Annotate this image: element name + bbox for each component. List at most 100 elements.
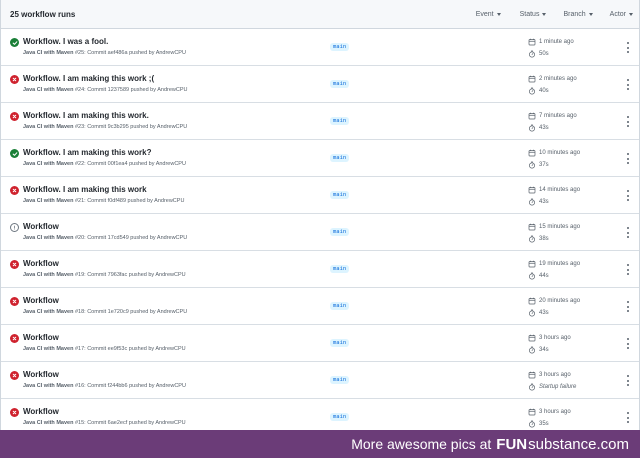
filter-status-label: Status [519, 10, 540, 18]
branch-label[interactable]: main [330, 80, 350, 88]
calendar-icon [528, 297, 539, 305]
run-title[interactable]: Workflow [23, 407, 59, 416]
kebab-menu-icon[interactable] [627, 412, 630, 423]
run-row[interactable]: Workflow Java CI with Maven #16: Commit f… [1, 362, 639, 399]
kebab-dot [627, 79, 629, 81]
kebab-menu-icon[interactable] [627, 264, 630, 275]
kebab-dot [627, 379, 629, 382]
run-row[interactable]: Workflow Java CI with Maven #15: Commit 6… [1, 399, 639, 430]
run-time: 1 minute ago [528, 38, 574, 46]
kebab-menu-icon[interactable] [627, 116, 630, 127]
check-circle-icon [10, 38, 19, 47]
kebab-menu-icon[interactable] [627, 227, 630, 238]
chevron-down-icon [496, 12, 501, 16]
run-row[interactable]: Workflow Java CI with Maven #20: Commit 1… [1, 214, 639, 251]
kebab-dot [627, 301, 629, 303]
calendar-icon [528, 223, 539, 231]
kebab-menu-icon[interactable] [627, 79, 630, 90]
run-duration-text: 35s [539, 421, 549, 427]
kebab-menu-icon[interactable] [627, 375, 630, 386]
filter-branch[interactable]: Branch [563, 11, 593, 18]
run-meta: Java CI with Maven #16: Commit f244bb6 p… [23, 383, 186, 389]
run-workflow-name: Java CI with Maven [23, 235, 74, 241]
kebab-dot [627, 116, 629, 118]
filter-actor[interactable]: Actor [610, 11, 633, 18]
stopwatch-icon [528, 309, 539, 317]
kebab-dot [627, 412, 629, 414]
run-time: 2 minutes ago [528, 75, 577, 83]
branch-label[interactable]: main [330, 265, 350, 273]
filter-event[interactable]: Event [476, 11, 501, 18]
stopwatch-icon [528, 198, 539, 206]
run-title[interactable]: Workflow [23, 259, 59, 268]
run-row[interactable]: Workflow. I am making this work? Java CI … [1, 140, 639, 177]
run-title[interactable]: Workflow. I am making this work ;( [23, 74, 154, 83]
run-title[interactable]: Workflow. I was a fool. [23, 37, 108, 46]
kebab-dot [627, 416, 629, 419]
branch-label[interactable]: main [330, 117, 350, 125]
kebab-dot [627, 375, 629, 377]
kebab-dot [627, 120, 629, 123]
kebab-dot [627, 125, 629, 127]
run-row[interactable]: Workflow. I am making this work. Java CI … [1, 103, 639, 140]
x-circle-icon [10, 112, 19, 121]
run-row[interactable]: Workflow. I am making this work ;(Java C… [1, 66, 639, 103]
kebab-menu-icon[interactable] [627, 42, 630, 53]
branch-label[interactable]: main [330, 376, 350, 384]
run-duration: 38s [528, 235, 549, 243]
branch-label[interactable]: main [330, 413, 350, 421]
run-title[interactable]: Workflow [23, 296, 59, 305]
banner-brand-bold: FUN [496, 435, 528, 453]
kebab-menu-icon[interactable] [627, 338, 630, 349]
kebab-dot [627, 83, 629, 86]
kebab-menu-icon[interactable] [627, 301, 630, 312]
kebab-dot [627, 231, 629, 234]
run-title[interactable]: Workflow. I am making this work. [23, 111, 149, 120]
x-circle-icon [10, 408, 19, 417]
run-duration: 43s [528, 198, 549, 206]
check-circle-icon [10, 149, 19, 158]
run-time-text: 14 minutes ago [539, 187, 581, 193]
branch-label[interactable]: main [330, 228, 350, 236]
runs-header: 25 workflow runs Event Status Branch Act… [1, 0, 639, 29]
run-time: 10 minutes ago [528, 149, 580, 157]
kebab-dot [627, 421, 629, 423]
run-duration-text: 43s [539, 125, 549, 131]
run-row[interactable]: Workflow. I was a fool. Java CI with Mave… [1, 29, 639, 66]
x-circle-icon [10, 75, 19, 84]
kebab-dot [627, 190, 629, 192]
run-title[interactable]: Workflow [23, 222, 59, 231]
branch-label[interactable]: main [330, 43, 350, 51]
run-row[interactable]: Workflow Java CI with Maven #19: Commit 7… [1, 251, 639, 288]
run-workflow-name: Java CI with Maven [23, 383, 74, 389]
branch-label[interactable]: main [330, 154, 350, 162]
run-title[interactable]: Workflow [23, 370, 59, 379]
run-row[interactable]: Workflow Java CI with Maven #18: Commit 1… [1, 288, 639, 325]
stopwatch-icon [528, 124, 539, 132]
run-commit-info: #16: Commit f244bb6 pushed by AndrewCPU [74, 383, 186, 389]
calendar-icon [528, 260, 539, 268]
run-title[interactable]: Workflow [23, 333, 59, 342]
run-title[interactable]: Workflow. I am making this work? [23, 148, 151, 157]
run-row[interactable]: Workflow Java CI with Maven #17: Commit e… [1, 325, 639, 362]
kebab-dot [627, 264, 629, 266]
run-duration-text: 43s [539, 310, 549, 316]
run-meta: Java CI with Maven #20: Commit 17cd549 p… [23, 235, 187, 241]
branch-label[interactable]: main [330, 191, 350, 199]
run-meta: Java CI with Maven #23: Commit 9c3b295 p… [23, 124, 187, 130]
run-title[interactable]: Workflow. I am making this work [23, 185, 147, 194]
run-meta: Java CI with Maven #22: Commit 00f1ea4 p… [23, 161, 186, 167]
kebab-dot [627, 194, 629, 197]
run-time: 3 hours ago [528, 371, 571, 379]
kebab-menu-icon[interactable] [627, 153, 630, 164]
kebab-dot [627, 157, 629, 160]
branch-label[interactable]: main [330, 302, 350, 310]
branch-label[interactable]: main [330, 339, 350, 347]
kebab-menu-icon[interactable] [627, 190, 630, 201]
kebab-dot [627, 199, 629, 201]
run-row[interactable]: Workflow. I am making this work Java CI w… [1, 177, 639, 214]
filter-status[interactable]: Status [520, 11, 547, 18]
run-time: 14 minutes ago [528, 186, 580, 194]
kebab-dot [627, 384, 629, 386]
stopwatch-icon [528, 161, 539, 169]
